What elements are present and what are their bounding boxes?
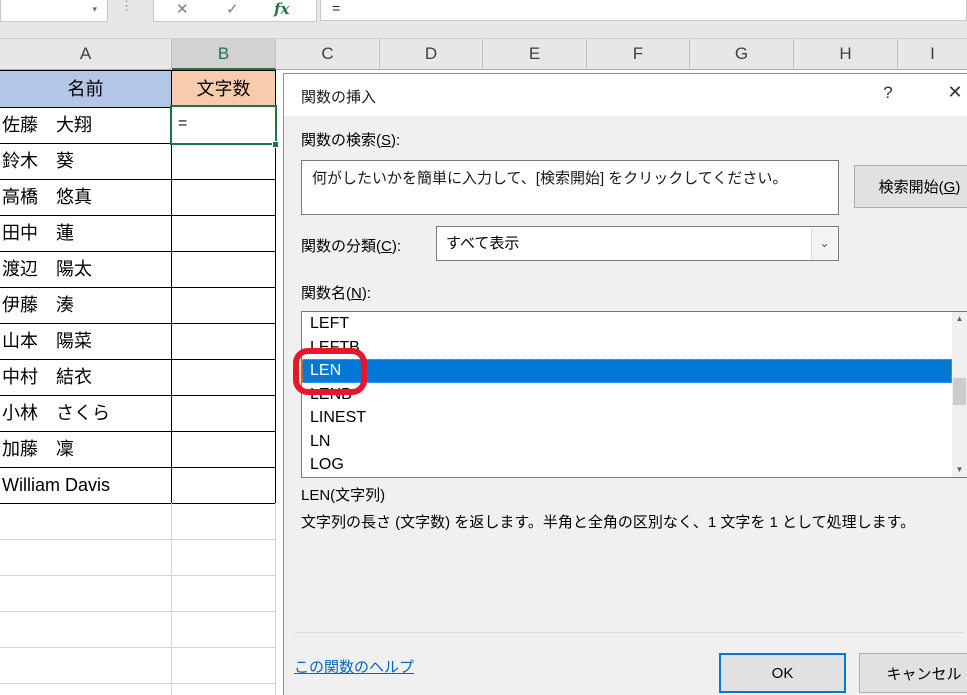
- count-cell[interactable]: [172, 180, 276, 216]
- column-header-a[interactable]: A: [0, 39, 172, 70]
- column-headers: A B C D E F G H I: [0, 38, 967, 70]
- insert-function-dialog: 関数の挿入 ? ✕ 関数の検索(S): 何がしたいかを簡単に入力して、[検索開始…: [283, 73, 967, 695]
- name-cell[interactable]: William Davis: [0, 468, 172, 504]
- more-dots-icon: ⋮: [120, 0, 133, 14]
- function-list: LEFT LEFTB LEN LENB LINEST LN LOG ▲ ▼: [301, 311, 967, 478]
- dialog-title: 関数の挿入: [301, 86, 376, 107]
- column-header-h[interactable]: H: [794, 39, 898, 70]
- table-row: 鈴木 葵: [0, 144, 276, 180]
- count-cell[interactable]: [172, 468, 276, 504]
- column-header-b[interactable]: B: [172, 39, 276, 70]
- name-box[interactable]: ▾: [0, 0, 108, 22]
- name-cell[interactable]: 中村 結衣: [0, 360, 172, 396]
- gridline: [0, 647, 276, 648]
- gridline: [275, 503, 276, 695]
- function-list-item[interactable]: LEFT: [302, 312, 952, 336]
- enter-entry-icon[interactable]: ✓: [226, 0, 239, 18]
- table-row: 高橋 悠真: [0, 180, 276, 216]
- count-cell[interactable]: [172, 252, 276, 288]
- column-header-c[interactable]: C: [276, 39, 380, 70]
- gridline: [0, 575, 276, 576]
- count-cell[interactable]: [172, 288, 276, 324]
- function-list-item[interactable]: LEFTB: [302, 336, 952, 360]
- function-signature: LEN(文字列): [301, 484, 385, 505]
- name-cell[interactable]: 伊藤 湊: [0, 288, 172, 324]
- count-cell[interactable]: [172, 396, 276, 432]
- chevron-down-icon[interactable]: ▾: [92, 4, 97, 15]
- table-header-name[interactable]: 名前: [0, 71, 172, 108]
- cancel-button[interactable]: キャンセル: [859, 653, 967, 693]
- name-cell[interactable]: 鈴木 葵: [0, 144, 172, 180]
- table-row: 加藤 凜: [0, 432, 276, 468]
- count-cell[interactable]: [172, 360, 276, 396]
- name-cell[interactable]: 小林 さくら: [0, 396, 172, 432]
- name-cell[interactable]: 加藤 凜: [0, 432, 172, 468]
- divider: [294, 632, 964, 633]
- formula-buttons-panel: ✕ ✓ fx: [153, 0, 317, 22]
- ok-button[interactable]: OK: [719, 653, 846, 693]
- gridline: [171, 503, 172, 695]
- table-row: 田中 蓮: [0, 216, 276, 252]
- cancel-entry-icon[interactable]: ✕: [176, 0, 189, 18]
- excel-window: ▾ ⋮ ✕ ✓ fx = A B C D E F G H I 名前 文字数 佐藤…: [0, 0, 967, 695]
- search-start-button[interactable]: 検索開始(G): [854, 165, 967, 208]
- category-label: 関数の分類(C):: [301, 235, 401, 256]
- formula-bar[interactable]: =: [320, 0, 967, 21]
- gridline: [0, 539, 276, 540]
- gridline: [0, 611, 276, 612]
- scroll-up-icon[interactable]: ▲: [952, 312, 967, 326]
- name-cell[interactable]: 佐藤 大翔: [0, 108, 172, 144]
- category-dropdown[interactable]: すべて表示 ⌄: [436, 226, 839, 261]
- column-header-f[interactable]: F: [587, 39, 690, 70]
- gridline: [0, 683, 276, 684]
- function-help-link[interactable]: この関数のヘルプ: [294, 656, 414, 677]
- table-row: 伊藤 湊: [0, 288, 276, 324]
- count-cell[interactable]: [172, 144, 276, 180]
- column-header-e[interactable]: E: [483, 39, 587, 70]
- search-label: 関数の検索(S):: [301, 129, 400, 150]
- formula-bar-value: =: [332, 0, 340, 16]
- list-scrollbar[interactable]: ▲ ▼: [952, 312, 967, 477]
- name-cell[interactable]: 高橋 悠真: [0, 180, 172, 216]
- column-header-i[interactable]: I: [898, 39, 967, 70]
- column-header-d[interactable]: D: [380, 39, 483, 70]
- count-cell[interactable]: [172, 432, 276, 468]
- function-list-item[interactable]: LN: [302, 430, 952, 454]
- table-row: 中村 結衣: [0, 360, 276, 396]
- dialog-titlebar[interactable]: 関数の挿入 ? ✕: [284, 74, 967, 116]
- chevron-down-icon[interactable]: ⌄: [811, 228, 837, 259]
- active-cell-b2[interactable]: =: [170, 105, 277, 145]
- count-cell[interactable]: [172, 216, 276, 252]
- close-icon[interactable]: ✕: [940, 82, 967, 103]
- name-cell[interactable]: 田中 蓮: [0, 216, 172, 252]
- function-search-input[interactable]: 何がしたいかを簡単に入力して、[検索開始] をクリックしてください。: [301, 160, 839, 215]
- table-row: William Davis: [0, 468, 276, 504]
- count-cell[interactable]: [172, 324, 276, 360]
- annotation-highlight-ellipse: [293, 348, 367, 395]
- scrollbar-thumb[interactable]: [953, 378, 966, 405]
- name-cell[interactable]: 山本 陽菜: [0, 324, 172, 360]
- function-list-item[interactable]: LENB: [302, 383, 952, 407]
- function-list-item[interactable]: LOG: [302, 453, 952, 477]
- function-list-label: 関数名(N):: [301, 282, 371, 303]
- table-row: 小林 さくら: [0, 396, 276, 432]
- function-list-item[interactable]: LINEST: [302, 406, 952, 430]
- table-header-count[interactable]: 文字数: [172, 71, 276, 108]
- scroll-down-icon[interactable]: ▼: [952, 463, 967, 477]
- function-description: 文字列の長さ (文字数) を返します。半角と全角の区別なく、1 文字を 1 とし…: [301, 512, 961, 533]
- column-header-g[interactable]: G: [690, 39, 794, 70]
- fill-handle[interactable]: [272, 141, 279, 148]
- table-row: 山本 陽菜: [0, 324, 276, 360]
- insert-function-icon[interactable]: fx: [274, 0, 289, 18]
- function-list-item-selected[interactable]: LEN: [302, 359, 952, 383]
- table-row: 渡辺 陽太: [0, 252, 276, 288]
- name-cell[interactable]: 渡辺 陽太: [0, 252, 172, 288]
- help-icon[interactable]: ?: [876, 83, 900, 103]
- category-value: すべて表示: [446, 235, 519, 252]
